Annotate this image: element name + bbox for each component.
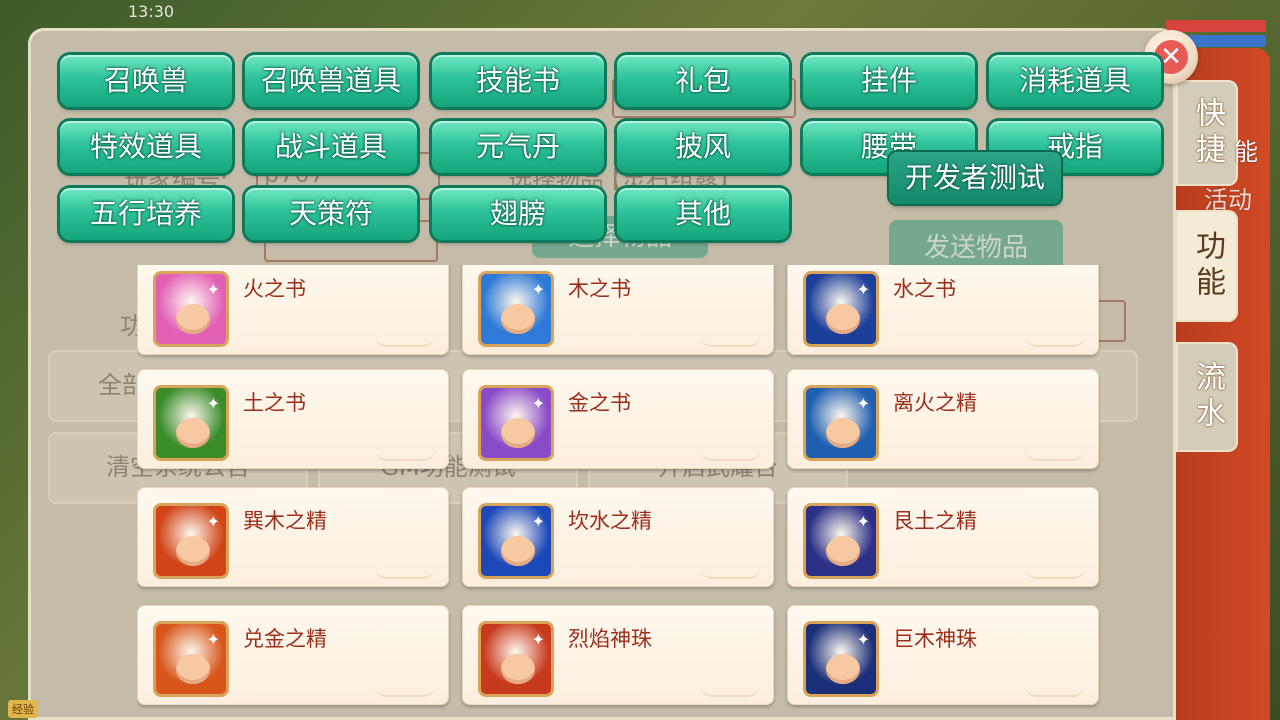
item-name: 离火之精	[893, 391, 977, 415]
card-ornament	[375, 449, 435, 461]
dui-metal-essence-icon: ✦	[153, 621, 229, 697]
tab-function[interactable]: 功能	[1176, 210, 1238, 322]
category-button[interactable]: 天策符	[245, 188, 417, 240]
item-card[interactable]: ✦ 坎水之精	[462, 487, 774, 587]
category-button[interactable]: 披风	[617, 121, 789, 173]
earth-book-icon: ✦	[153, 385, 229, 461]
tab-function-label: 功能	[1190, 230, 1225, 302]
sparkle-icon: ✦	[206, 512, 220, 531]
category-button[interactable]: 礼包	[617, 55, 789, 107]
sparkle-icon: ✦	[856, 394, 870, 413]
category-button[interactable]: 元气丹	[432, 121, 604, 173]
sparkle-icon: ✦	[206, 630, 220, 649]
status-bar: 13:30	[0, 0, 1280, 24]
sparkle-icon: ✦	[856, 630, 870, 649]
item-card[interactable]: ✦ 土之书	[137, 369, 449, 469]
item-name: 水之书	[893, 277, 956, 301]
sparkle-icon: ✦	[856, 280, 870, 299]
tab-flow[interactable]: 流水	[1176, 342, 1238, 452]
sparkle-icon: ✦	[531, 280, 545, 299]
item-card[interactable]: ✦ 金之书	[462, 369, 774, 469]
card-ornament	[375, 335, 435, 347]
category-button[interactable]: 技能书	[432, 55, 604, 107]
item-card[interactable]: ✦ 兑金之精	[137, 605, 449, 705]
tab-shortcut[interactable]: 快捷	[1176, 80, 1238, 186]
category-button[interactable]: 翅膀	[432, 188, 604, 240]
card-ornament	[1025, 449, 1085, 461]
card-ornament	[700, 567, 760, 579]
card-ornament	[1025, 567, 1085, 579]
character-face	[826, 304, 860, 334]
character-face	[176, 536, 210, 566]
developer-test-button[interactable]: 开发者测试	[889, 152, 1061, 204]
category-button[interactable]: 其他	[617, 188, 789, 240]
card-ornament	[375, 685, 435, 697]
card-ornament	[375, 567, 435, 579]
card-ornament	[700, 449, 760, 461]
character-face	[176, 418, 210, 448]
li-fire-essence-icon: ✦	[803, 385, 879, 461]
item-name: 火之书	[243, 277, 306, 301]
giant-wood-pearl-icon: ✦	[803, 621, 879, 697]
sparkle-icon: ✦	[531, 394, 545, 413]
item-name: 艮土之精	[893, 509, 977, 533]
item-card[interactable]: ✦ 木之书	[462, 265, 774, 355]
card-ornament	[1025, 335, 1085, 347]
category-button[interactable]: 召唤兽道具	[245, 55, 417, 107]
character-face	[826, 536, 860, 566]
kan-water-essence-icon: ✦	[478, 503, 554, 579]
item-name: 木之书	[568, 277, 631, 301]
sparkle-icon: ✦	[856, 512, 870, 531]
category-button[interactable]: 消耗道具	[989, 55, 1161, 107]
item-card[interactable]: ✦ 水之书	[787, 265, 1099, 355]
side-partial-func: 能	[1234, 138, 1258, 166]
fire-book-icon: ✦	[153, 271, 229, 347]
item-name: 土之书	[243, 391, 306, 415]
blaze-pearl-icon: ✦	[478, 621, 554, 697]
category-button[interactable]: 战斗道具	[245, 121, 417, 173]
card-ornament	[700, 335, 760, 347]
item-name: 金之书	[568, 391, 631, 415]
character-face	[826, 418, 860, 448]
gen-earth-essence-icon: ✦	[803, 503, 879, 579]
xun-wood-essence-icon: ✦	[153, 503, 229, 579]
item-card[interactable]: ✦ 巽木之精	[137, 487, 449, 587]
character-face	[501, 536, 535, 566]
tab-shortcut-label: 快捷	[1190, 97, 1225, 169]
card-ornament	[1025, 685, 1085, 697]
sparkle-icon: ✦	[531, 630, 545, 649]
item-name: 坎水之精	[568, 509, 652, 533]
category-button[interactable]: 挂件	[803, 55, 975, 107]
sparkle-icon: ✦	[206, 394, 220, 413]
category-button[interactable]: 特效道具	[60, 121, 232, 173]
item-name: 巽木之精	[243, 509, 327, 533]
item-card[interactable]: ✦ 火之书	[137, 265, 449, 355]
item-name: 兑金之精	[243, 627, 327, 651]
wood-book-icon: ✦	[478, 271, 554, 347]
item-name: 巨木神珠	[893, 627, 977, 651]
item-name: 烈焰神珠	[568, 627, 652, 651]
sparkle-icon: ✦	[206, 280, 220, 299]
category-button[interactable]: 五行培养	[60, 188, 232, 240]
exp-label: 经验	[8, 700, 38, 718]
character-face	[176, 304, 210, 334]
item-card[interactable]: ✦ 艮土之精	[787, 487, 1099, 587]
item-card[interactable]: ✦ 巨木神珠	[787, 605, 1099, 705]
metal-book-icon: ✦	[478, 385, 554, 461]
sparkle-icon: ✦	[531, 512, 545, 531]
character-face	[826, 654, 860, 684]
item-card[interactable]: ✦ 烈焰神珠	[462, 605, 774, 705]
character-face	[501, 304, 535, 334]
character-face	[176, 654, 210, 684]
item-grid: ✦ 火之书 ✦ 木之书 ✦ 水之书 ✦ 土之书 ✦ 金之书 ✦ 离火之精 ✦ 巽木之精 ✦ 坎水之精 ✦ 艮土之精…	[137, 265, 1101, 720]
character-face	[501, 654, 535, 684]
water-book-icon: ✦	[803, 271, 879, 347]
card-ornament	[700, 685, 760, 697]
item-card[interactable]: ✦ 离火之精	[787, 369, 1099, 469]
clock: 13:30	[128, 2, 175, 21]
category-button[interactable]: 召唤兽	[60, 55, 232, 107]
character-face	[501, 418, 535, 448]
tab-flow-label: 流水	[1190, 361, 1225, 433]
